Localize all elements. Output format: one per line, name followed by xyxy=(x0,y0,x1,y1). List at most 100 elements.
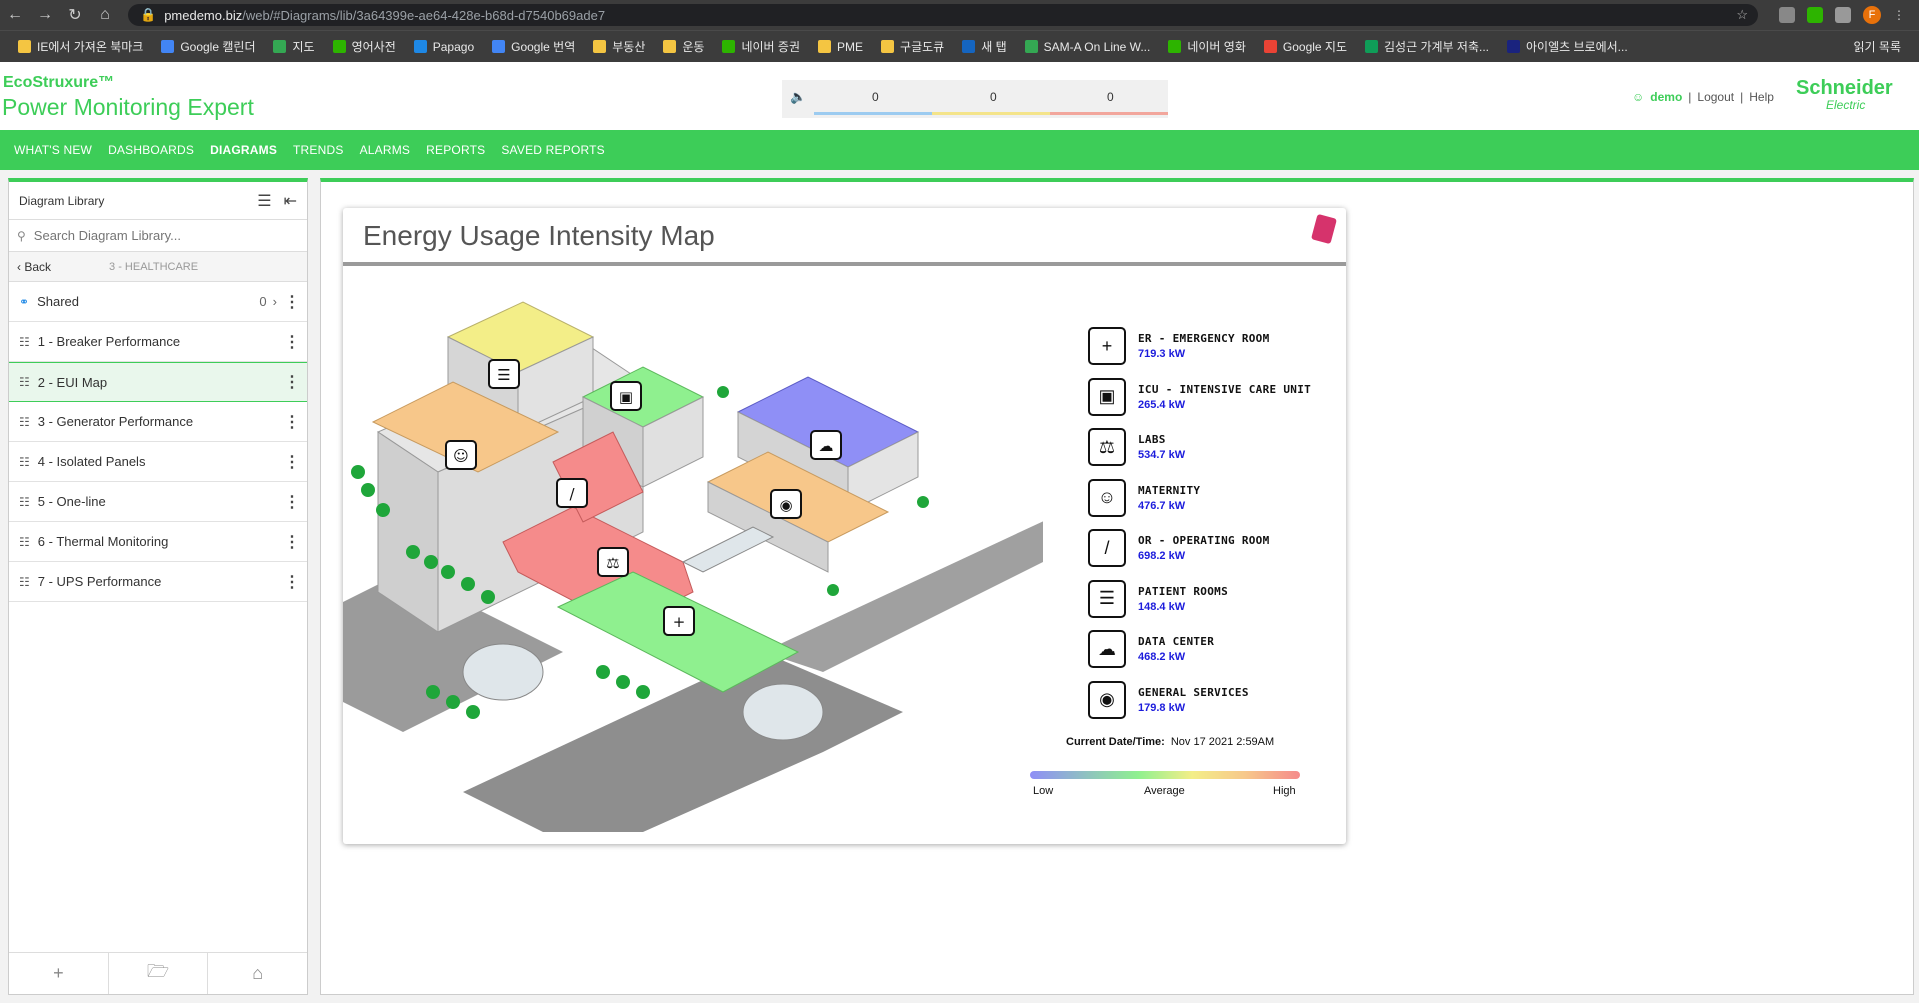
alarm-summary[interactable]: 🔈 0 0 0 xyxy=(782,80,1168,118)
svg-text:⚖: ⚖ xyxy=(606,554,619,572)
product-name: Power Monitoring Expert xyxy=(2,94,254,120)
item-menu-icon[interactable]: ⋮ xyxy=(277,332,307,352)
bookmark-item[interactable]: 새 탭 xyxy=(954,38,1014,55)
bed-icon: ☰ xyxy=(1088,579,1126,618)
bookmark-item[interactable]: 지도 xyxy=(265,38,322,55)
help-link[interactable]: Help xyxy=(1749,90,1774,104)
speaker-icon[interactable]: 🔈 xyxy=(790,89,806,105)
vendor-name: Schneider xyxy=(1796,77,1893,99)
legend-entry[interactable]: ⚖ LABS 534.7 kW xyxy=(1088,427,1185,467)
item-menu-icon[interactable]: ⋮ xyxy=(277,492,307,512)
bookmark-item[interactable]: 네이버 영화 xyxy=(1160,38,1254,55)
item-menu-icon[interactable]: ⋮ xyxy=(277,372,307,392)
profile-avatar[interactable]: F xyxy=(1863,6,1881,24)
add-icon[interactable]: + xyxy=(9,953,109,994)
legend-entry[interactable]: ◉ GENERAL SERVICES 179.8 kW xyxy=(1088,680,1249,720)
puzzle-icon[interactable] xyxy=(1835,7,1851,23)
bookmark-favicon-icon xyxy=(18,40,31,53)
diagram-item-label: 5 - One-line xyxy=(37,494,106,509)
diagram-list-item[interactable]: ☷ 6 - Thermal Monitoring ⋮ xyxy=(9,522,307,562)
diagram-list-item[interactable]: ☷ 3 - Generator Performance ⋮ xyxy=(9,402,307,442)
bookmark-item[interactable]: 김성근 가계부 저축... xyxy=(1357,38,1497,55)
logout-link[interactable]: Logout xyxy=(1697,90,1734,104)
diagram-item-label: 7 - UPS Performance xyxy=(37,574,162,589)
address-bar[interactable]: 🔒 pmedemo.biz/web/#Diagrams/lib/3a64399e… xyxy=(128,4,1758,26)
diagram-title: Energy Usage Intensity Map xyxy=(363,220,715,251)
bookmark-item[interactable]: Google 지도 xyxy=(1256,38,1355,55)
diagram-item-label: 6 - Thermal Monitoring xyxy=(37,534,169,549)
item-menu-icon[interactable]: ⋮ xyxy=(277,452,307,472)
nav-reports[interactable]: REPORTS xyxy=(418,143,493,157)
bookmark-item[interactable]: 네이버 증권 xyxy=(714,38,808,55)
legend-entry[interactable]: / OR - OPERATING ROOM 698.2 kW xyxy=(1088,528,1270,568)
bookmark-item[interactable]: 부동산 xyxy=(585,38,653,55)
legend-entry[interactable]: ☺ MATERNITY 476.7 kW xyxy=(1088,478,1200,518)
hospital-isometric-map: ☰ ☺ ▣ / ⚖ + ☁ ◉ xyxy=(343,301,1043,832)
collapse-panel-icon[interactable]: ⇤ xyxy=(284,191,297,211)
back-row: ‹ Back 3 - HEALTHCARE xyxy=(9,252,307,282)
nav-saved-reports[interactable]: SAVED REPORTS xyxy=(493,143,613,157)
diagram-list-item[interactable]: ☷ 4 - Isolated Panels ⋮ xyxy=(9,442,307,482)
bookmark-favicon-icon xyxy=(881,40,895,53)
bookmark-star-icon[interactable]: ☆ xyxy=(1736,7,1748,23)
bookmark-item[interactable]: 아이엘츠 브로에서... xyxy=(1499,38,1636,55)
food-tray-icon: ◉ xyxy=(1088,680,1126,719)
home-folder-icon[interactable]: ⌂ xyxy=(208,953,307,994)
lock-icon: 🔒 xyxy=(140,7,157,22)
menu-kebab-icon[interactable]: ⋮ xyxy=(1893,8,1905,22)
bookmark-favicon-icon xyxy=(593,40,607,53)
reload-icon[interactable]: ↻ xyxy=(60,5,90,25)
bookmark-item[interactable]: Google 번역 xyxy=(484,38,583,55)
naver-extension-icon[interactable] xyxy=(1807,7,1823,23)
bookmark-item[interactable]: SAM-A On Line W... xyxy=(1017,40,1159,54)
item-menu-icon[interactable]: ⋮ xyxy=(277,572,307,592)
forward-arrow-icon[interactable]: → xyxy=(30,6,60,24)
legend-entry[interactable]: + ER - EMERGENCY ROOM 719.3 kW xyxy=(1088,326,1270,366)
bookmark-item[interactable]: Papago xyxy=(406,40,482,54)
tag-icon[interactable] xyxy=(1310,213,1338,245)
library-title: Diagram Library xyxy=(19,193,105,208)
item-menu-icon[interactable]: ⋮ xyxy=(277,412,307,432)
nav-trends[interactable]: TRENDS xyxy=(285,143,352,157)
username-link[interactable]: demo xyxy=(1650,90,1682,104)
legend-entry[interactable]: ☁ DATA CENTER 468.2 kW xyxy=(1088,629,1214,669)
bookmark-item[interactable]: IE에서 가져온 북마크 xyxy=(10,38,151,55)
item-menu-icon[interactable]: ⋮ xyxy=(277,292,307,312)
nav-dashboards[interactable]: DASHBOARDS xyxy=(100,143,202,157)
bookmark-item[interactable]: 구글도큐 xyxy=(873,38,952,55)
legend-zone-value: 534.7 kW xyxy=(1138,449,1186,461)
eui-map-card: Energy Usage Intensity Map ☰ ☺ ▣ / ⚖ + ☁… xyxy=(343,208,1346,844)
item-menu-icon[interactable]: ⋮ xyxy=(277,532,307,552)
alarm-count-high: 0 xyxy=(1107,90,1114,104)
legend-entry[interactable]: ☰ PATIENT ROOMS 148.4 kW xyxy=(1088,579,1228,619)
hierarchy-icon: ☷ xyxy=(19,534,30,549)
extension-icon[interactable] xyxy=(1779,7,1795,23)
bookmark-item[interactable]: 운동 xyxy=(655,38,712,55)
nav-alarms[interactable]: ALARMS xyxy=(352,143,419,157)
diagram-list-item[interactable]: ☷ 7 - UPS Performance ⋮ xyxy=(9,562,307,602)
diagram-list-item[interactable]: ☷ 5 - One-line ⋮ xyxy=(9,482,307,522)
bookmark-item[interactable]: Google 캘린더 xyxy=(153,38,263,55)
legend-entry[interactable]: ▣ ICU - INTENSIVE CARE UNIT 265.4 kW xyxy=(1088,377,1311,417)
search-icon: ⚲ xyxy=(17,228,26,243)
bookmark-item[interactable]: 영어사전 xyxy=(325,38,404,55)
hierarchy-icon: ☷ xyxy=(19,375,30,389)
search-input[interactable] xyxy=(33,228,274,243)
diagram-list-item[interactable]: ☷ 2 - EUI Map ⋮ xyxy=(9,362,307,402)
new-folder-icon[interactable]: 🗁 xyxy=(109,953,209,994)
hierarchy-icon: ☷ xyxy=(19,414,30,429)
home-icon[interactable]: ⌂ xyxy=(90,6,120,24)
back-arrow-icon[interactable]: ← xyxy=(0,6,30,24)
app-header: EcoStruxure™ Power Monitoring Expert 🔈 0… xyxy=(0,62,1919,130)
svg-text:+: + xyxy=(673,613,686,631)
reading-list[interactable]: 읽기 목록 xyxy=(1846,38,1910,55)
nav-diagrams[interactable]: DIAGRAMS xyxy=(202,143,285,157)
nav-whats-new[interactable]: WHAT'S NEW xyxy=(6,143,100,157)
shared-folder[interactable]: ⚭ Shared 0 › ⋮ xyxy=(9,282,307,322)
hamburger-menu-icon[interactable]: ☰ xyxy=(257,191,271,211)
bookmark-item[interactable]: PME xyxy=(810,40,871,54)
diagram-list-item[interactable]: ☷ 1 - Breaker Performance ⋮ xyxy=(9,322,307,362)
diagram-item-label: 4 - Isolated Panels xyxy=(37,454,146,469)
back-button[interactable]: ‹ Back xyxy=(17,260,51,274)
hierarchy-icon: ☷ xyxy=(19,454,30,469)
